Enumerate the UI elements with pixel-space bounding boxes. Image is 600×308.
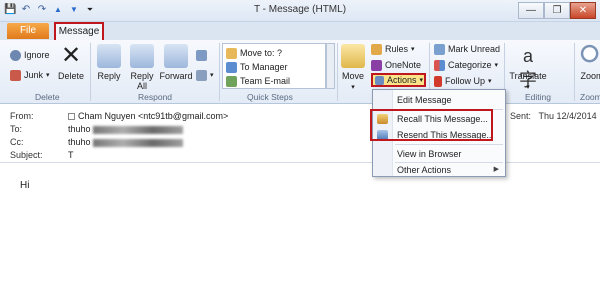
tab-message[interactable]: Message bbox=[54, 22, 104, 41]
forward-button[interactable]: Forward bbox=[159, 44, 193, 81]
cc-label: Cc: bbox=[10, 137, 24, 147]
forward-icon bbox=[164, 44, 188, 68]
mark-unread-button[interactable]: Mark Unread bbox=[434, 42, 500, 56]
quick-steps-gallery: Move to: ? To Manager Team E-mail bbox=[222, 43, 326, 89]
redacted-email bbox=[92, 138, 183, 147]
delete-button[interactable]: ✕ Delete bbox=[56, 42, 86, 82]
redacted-email bbox=[92, 125, 183, 134]
junk-icon bbox=[10, 69, 21, 81]
more-icon bbox=[196, 69, 207, 81]
reply-all-icon bbox=[130, 44, 154, 68]
junk-button[interactable]: Junk ▾ bbox=[10, 68, 50, 82]
actions-icon bbox=[375, 75, 384, 85]
folder-icon bbox=[226, 47, 237, 59]
meeting-icon bbox=[196, 49, 207, 61]
message-body[interactable]: Hi bbox=[0, 163, 600, 308]
group-separator bbox=[337, 43, 338, 101]
message-header: From: Cham Nguyen <ntc91tb@gmail.com> To… bbox=[0, 105, 600, 163]
subject-label: Subject: bbox=[10, 150, 43, 160]
menu-item-view-in-browser[interactable]: View in Browser bbox=[373, 146, 505, 162]
submenu-arrow-icon: ▶ bbox=[493, 166, 499, 173]
from-label: From: bbox=[10, 111, 34, 121]
contact-checkbox-icon bbox=[68, 113, 75, 121]
meeting-button[interactable] bbox=[196, 48, 207, 62]
move-icon bbox=[341, 44, 365, 68]
cc-value[interactable]: thuho bbox=[68, 137, 183, 147]
quick-step-to-manager[interactable]: To Manager bbox=[226, 60, 288, 74]
ignore-icon bbox=[10, 49, 21, 61]
zoom-button[interactable]: Zoom bbox=[577, 44, 600, 81]
maximize-button[interactable]: ❐ bbox=[544, 2, 570, 19]
to-label: To: bbox=[10, 124, 23, 134]
highlight-box bbox=[370, 109, 493, 141]
group-label-editing: Editing bbox=[525, 92, 551, 102]
rules-icon bbox=[371, 43, 382, 55]
delete-x-icon: ✕ bbox=[60, 42, 82, 69]
team-icon bbox=[226, 75, 237, 87]
quick-steps-scroll[interactable] bbox=[326, 43, 335, 89]
tab-file[interactable]: File bbox=[7, 23, 49, 39]
onenote-button[interactable]: OneNote bbox=[371, 58, 421, 72]
menu-item-other-actions[interactable]: Other Actions ▶ bbox=[373, 162, 505, 178]
flag-icon bbox=[434, 75, 442, 87]
menu-item-edit-message[interactable]: Edit Message bbox=[373, 92, 505, 108]
group-separator bbox=[90, 43, 91, 101]
body-text: Hi bbox=[20, 180, 30, 191]
more-respond-button[interactable]: ▾ bbox=[196, 68, 214, 82]
group-label-quick-steps: Quick Steps bbox=[247, 92, 293, 102]
arrow-icon bbox=[226, 61, 237, 73]
window-title: T - Message (HTML) bbox=[253, 4, 347, 15]
menu-separator bbox=[395, 144, 503, 145]
categorize-icon bbox=[434, 59, 445, 71]
subject-value: T bbox=[68, 150, 74, 160]
group-label-delete: Delete bbox=[35, 92, 60, 102]
translate-button[interactable]: a字 Translate ▾ bbox=[508, 44, 548, 93]
reply-all-button[interactable]: Reply All bbox=[127, 44, 157, 91]
actions-button[interactable]: Actions ▾ bbox=[371, 73, 426, 87]
window-controls: — ❐ ✕ bbox=[518, 2, 596, 19]
zoom-icon bbox=[580, 44, 600, 68]
ribbon-tabs: File Message bbox=[0, 22, 600, 41]
rules-button[interactable]: Rules ▾ bbox=[371, 42, 415, 56]
from-value[interactable]: Cham Nguyen <ntc91tb@gmail.com> bbox=[68, 111, 228, 121]
group-label-respond: Respond bbox=[138, 92, 173, 102]
reply-icon bbox=[97, 44, 121, 68]
close-button[interactable]: ✕ bbox=[570, 2, 596, 19]
envelope-icon bbox=[434, 43, 445, 55]
ignore-button[interactable]: Ignore bbox=[10, 48, 50, 62]
ribbon: Ignore Junk ▾ ✕ Delete Delete Reply Reply… bbox=[0, 40, 600, 104]
group-separator bbox=[219, 43, 220, 101]
quick-step-team-email[interactable]: Team E-mail bbox=[226, 74, 290, 88]
group-separator bbox=[574, 43, 575, 101]
move-button[interactable]: Move ▾ bbox=[340, 44, 366, 93]
to-value[interactable]: thuho bbox=[68, 124, 183, 134]
onenote-icon bbox=[371, 59, 382, 71]
minimize-button[interactable]: — bbox=[518, 2, 544, 19]
sent-info: Sent: Thu 12/4/2014 bbox=[510, 111, 597, 121]
categorize-button[interactable]: Categorize ▾ bbox=[434, 58, 498, 72]
translate-icon: a字 bbox=[519, 46, 537, 90]
reply-button[interactable]: Reply bbox=[95, 44, 123, 81]
title-bar: 💾 ↶ ↷ ▲ ▼ ⏷ T - Message (HTML) — ❐ ✕ bbox=[0, 0, 600, 22]
group-label-zoom: Zoom bbox=[580, 92, 600, 102]
follow-up-button[interactable]: Follow Up ▾ bbox=[434, 74, 492, 88]
quick-step-move-to[interactable]: Move to: ? bbox=[226, 46, 282, 60]
